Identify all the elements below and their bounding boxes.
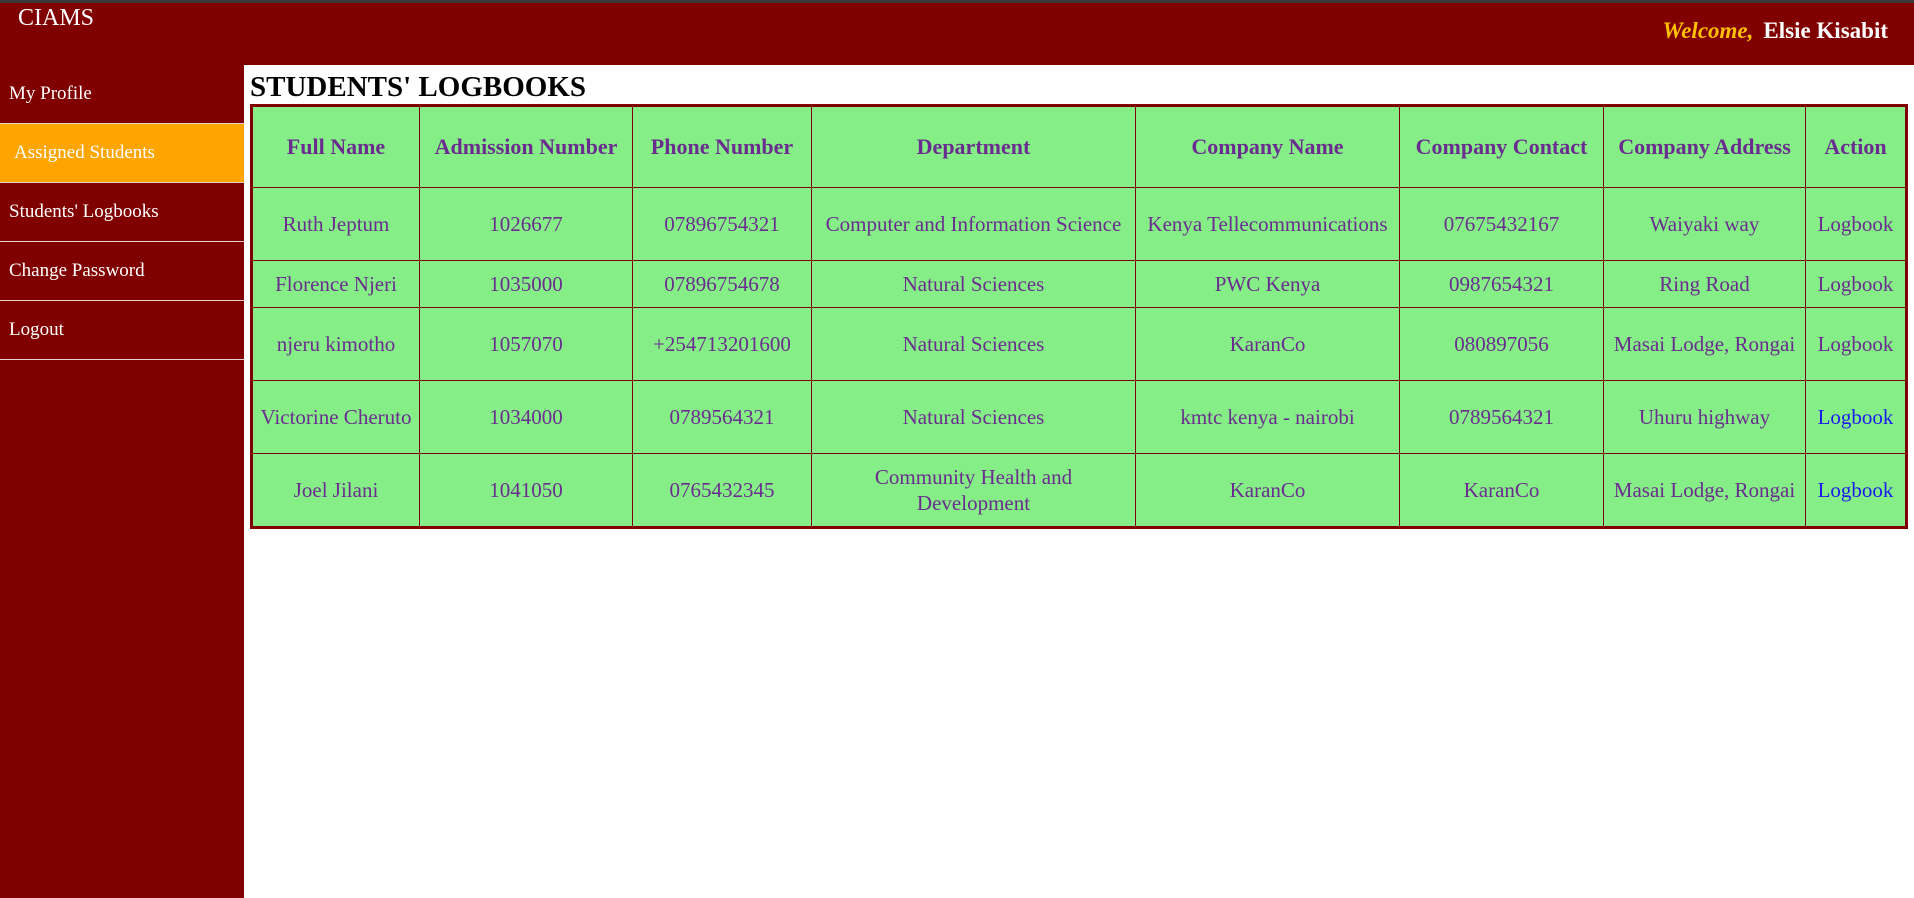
cell-phone-number: +254713201600 bbox=[632, 307, 812, 381]
cell-department: Natural Sciences bbox=[811, 307, 1136, 381]
cell-full-name: Florence Njeri bbox=[251, 260, 420, 308]
cell-admission-number: 1057070 bbox=[419, 307, 633, 381]
cell-phone-number: 07896754678 bbox=[632, 260, 812, 308]
cell-admission-number: 1035000 bbox=[419, 260, 633, 308]
cell-full-name: njeru kimotho bbox=[251, 307, 420, 381]
main-content: STUDENTS' LOGBOOKS Full Name Admission N… bbox=[250, 65, 1908, 529]
cell-action: Logbook bbox=[1805, 380, 1907, 454]
logbook-link[interactable]: Logbook bbox=[1818, 272, 1894, 296]
cell-action: Logbook bbox=[1805, 307, 1907, 381]
cell-company-address: Masai Lodge, Rongai bbox=[1603, 307, 1806, 381]
cell-admission-number: 1041050 bbox=[419, 453, 633, 528]
cell-admission-number: 1034000 bbox=[419, 380, 633, 454]
table-header-row: Full Name Admission Number Phone Number … bbox=[251, 105, 1907, 188]
welcome-label: Welcome, bbox=[1662, 18, 1754, 43]
cell-action: Logbook bbox=[1805, 260, 1907, 308]
table-row: Joel Jilani 1041050 0765432345 Community… bbox=[251, 453, 1907, 528]
table-row: Florence Njeri 1035000 07896754678 Natur… bbox=[251, 260, 1907, 308]
cell-department: Natural Sciences bbox=[811, 260, 1136, 308]
cell-phone-number: 07896754321 bbox=[632, 187, 812, 261]
cell-action: Logbook bbox=[1805, 453, 1907, 528]
cell-company-contact: KaranCo bbox=[1399, 453, 1604, 528]
column-header-company-contact: Company Contact bbox=[1399, 105, 1604, 188]
column-header-company-name: Company Name bbox=[1135, 105, 1400, 188]
page-title: STUDENTS' LOGBOOKS bbox=[250, 71, 587, 103]
sidebar-item-students-logbooks[interactable]: Students' Logbooks bbox=[0, 183, 244, 242]
brand-logo: CIAMS bbox=[18, 5, 95, 31]
logbook-link[interactable]: Logbook bbox=[1818, 405, 1894, 429]
column-header-phone-number: Phone Number bbox=[632, 105, 812, 188]
column-header-department: Department bbox=[811, 105, 1136, 188]
cell-department: Community Health and Development bbox=[811, 453, 1136, 528]
sidebar-item-change-password[interactable]: Change Password bbox=[0, 242, 244, 301]
column-header-company-address: Company Address bbox=[1603, 105, 1806, 188]
table-row: Victorine Cheruto 1034000 0789564321 Nat… bbox=[251, 380, 1907, 454]
cell-company-contact: 07675432167 bbox=[1399, 187, 1604, 261]
sidebar-item-logout[interactable]: Logout bbox=[0, 301, 244, 360]
cell-full-name: Victorine Cheruto bbox=[251, 380, 420, 454]
sidebar: My Profile Assigned Students Students' L… bbox=[0, 65, 244, 898]
column-header-admission-number: Admission Number bbox=[419, 105, 633, 188]
table-row: njeru kimotho 1057070 +254713201600 Natu… bbox=[251, 307, 1907, 381]
sidebar-item-assigned-students[interactable]: Assigned Students bbox=[0, 124, 244, 183]
welcome-area: Welcome, Elsie Kisabit bbox=[1662, 16, 1888, 46]
logbook-link[interactable]: Logbook bbox=[1818, 212, 1894, 236]
logbooks-table: Full Name Admission Number Phone Number … bbox=[250, 104, 1908, 529]
logbook-link[interactable]: Logbook bbox=[1818, 478, 1894, 502]
cell-phone-number: 0765432345 bbox=[632, 453, 812, 528]
table-row: Ruth Jeptum 1026677 07896754321 Computer… bbox=[251, 187, 1907, 261]
cell-company-name: PWC Kenya bbox=[1135, 260, 1400, 308]
cell-department: Computer and Information Science bbox=[811, 187, 1136, 261]
user-name: Elsie Kisabit bbox=[1763, 18, 1888, 43]
cell-company-contact: 0789564321 bbox=[1399, 380, 1604, 454]
cell-admission-number: 1026677 bbox=[419, 187, 633, 261]
logbook-link[interactable]: Logbook bbox=[1818, 332, 1894, 356]
column-header-action: Action bbox=[1805, 105, 1907, 188]
cell-company-address: Masai Lodge, Rongai bbox=[1603, 453, 1806, 528]
cell-full-name: Ruth Jeptum bbox=[251, 187, 420, 261]
cell-company-address: Uhuru highway bbox=[1603, 380, 1806, 454]
cell-department: Natural Sciences bbox=[811, 380, 1136, 454]
cell-company-contact: 0987654321 bbox=[1399, 260, 1604, 308]
cell-company-name: KaranCo bbox=[1135, 453, 1400, 528]
cell-company-contact: 080897056 bbox=[1399, 307, 1604, 381]
cell-company-address: Ring Road bbox=[1603, 260, 1806, 308]
cell-company-name: KaranCo bbox=[1135, 307, 1400, 381]
cell-company-address: Waiyaki way bbox=[1603, 187, 1806, 261]
cell-action: Logbook bbox=[1805, 187, 1907, 261]
cell-full-name: Joel Jilani bbox=[251, 453, 420, 528]
cell-company-name: kmtc kenya - nairobi bbox=[1135, 380, 1400, 454]
column-header-full-name: Full Name bbox=[251, 105, 420, 188]
header-bar: CIAMS Welcome, Elsie Kisabit bbox=[0, 3, 1914, 65]
sidebar-item-my-profile[interactable]: My Profile bbox=[0, 65, 244, 124]
cell-phone-number: 0789564321 bbox=[632, 380, 812, 454]
cell-company-name: Kenya Tellecommunications bbox=[1135, 187, 1400, 261]
